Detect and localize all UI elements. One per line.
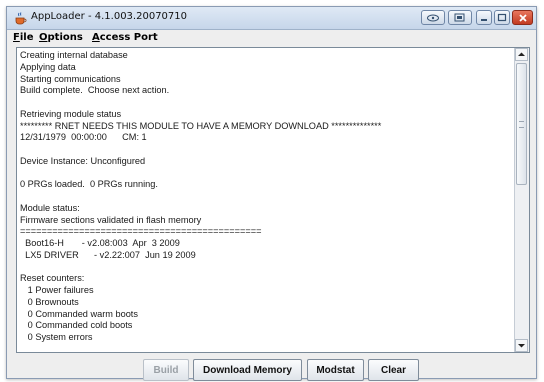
log-line: Firmware sections validated in flash mem… [20, 214, 202, 225]
log-line: ********* RNET NEEDS THIS MODULE TO HAVE… [20, 120, 382, 131]
thumb-grip [519, 121, 524, 128]
minimize-icon [481, 18, 487, 21]
scroll-thumb[interactable] [516, 63, 527, 185]
modstat-button[interactable]: Modstat [307, 359, 364, 381]
log-line: 0 PRGs loaded. 0 PRGs running. [20, 179, 158, 190]
log-line: Module status: [20, 202, 80, 213]
download-memory-button[interactable]: Download Memory [193, 359, 302, 381]
vertical-scrollbar[interactable] [514, 48, 529, 352]
log-line: Reset counters: [20, 273, 85, 284]
close-icon [518, 13, 527, 22]
menu-access-port[interactable]: Access Port [92, 32, 158, 43]
menu-access-port-mnemonic: A [92, 32, 100, 43]
log-line: Boot16-H - v2.08:003 Apr 3 2009 [20, 238, 180, 248]
context-help-button[interactable] [421, 10, 445, 25]
menu-file-mnemonic: F [13, 32, 20, 43]
menu-options[interactable]: Options [39, 32, 83, 43]
log-line: ========================================… [20, 226, 262, 237]
log-line: 0 System errors [20, 332, 93, 342]
scroll-up-button[interactable] [515, 48, 528, 61]
maximize-icon [497, 13, 507, 22]
close-button[interactable] [512, 10, 533, 25]
log-line: Applying data [20, 61, 76, 72]
log-line: 1 Power failures [20, 285, 94, 295]
log-line: Device Instance: Unconfigured [20, 155, 146, 166]
log-line: 0 Commanded warm boots [20, 308, 138, 319]
pin-icon [427, 14, 439, 21]
log-line: Creating internal database [20, 50, 128, 60]
menu-access-port-label: ccess Port [99, 32, 158, 43]
maximize-button[interactable] [494, 10, 510, 25]
log-line: 12/31/1979 00:00:00 CM: 1 [20, 132, 147, 143]
menu-options-mnemonic: O [39, 32, 48, 43]
arrow-up-icon [518, 52, 525, 56]
log-line: Starting communications [20, 73, 121, 84]
log-line: Retrieving module status [20, 108, 122, 119]
menu-file[interactable]: File [13, 32, 33, 43]
restore-size-button[interactable] [448, 10, 472, 25]
apploader-window: AppLoader - 4.1.003.20070710 File Option… [6, 6, 537, 381]
arrow-down-icon [518, 344, 525, 348]
title-bar[interactable]: AppLoader - 4.1.003.20070710 [7, 7, 536, 30]
build-button[interactable]: Build [143, 359, 189, 381]
java-cup-icon [15, 12, 27, 25]
scroll-down-button[interactable] [515, 339, 528, 352]
menu-bar: File Options Access Port [7, 29, 536, 47]
log-line: 0 Brownouts [20, 296, 79, 307]
menu-options-label: ptions [47, 32, 83, 43]
minimize-button[interactable] [476, 10, 492, 25]
status-log: Creating internal database Applying data S… [20, 50, 513, 344]
window-stack-icon [454, 13, 465, 22]
log-line: Build complete. Choose next action. [20, 85, 170, 96]
clear-button[interactable]: Clear [368, 359, 419, 381]
window-title: AppLoader - 4.1.003.20070710 [31, 11, 188, 22]
log-line: LX5 DRIVER - v2.22:007 Jun 19 2009 [20, 249, 196, 260]
log-line: 0 Commanded cold boots [20, 320, 133, 331]
status-log-area[interactable]: Creating internal database Applying data S… [16, 47, 530, 353]
menu-file-label: ile [19, 32, 34, 43]
